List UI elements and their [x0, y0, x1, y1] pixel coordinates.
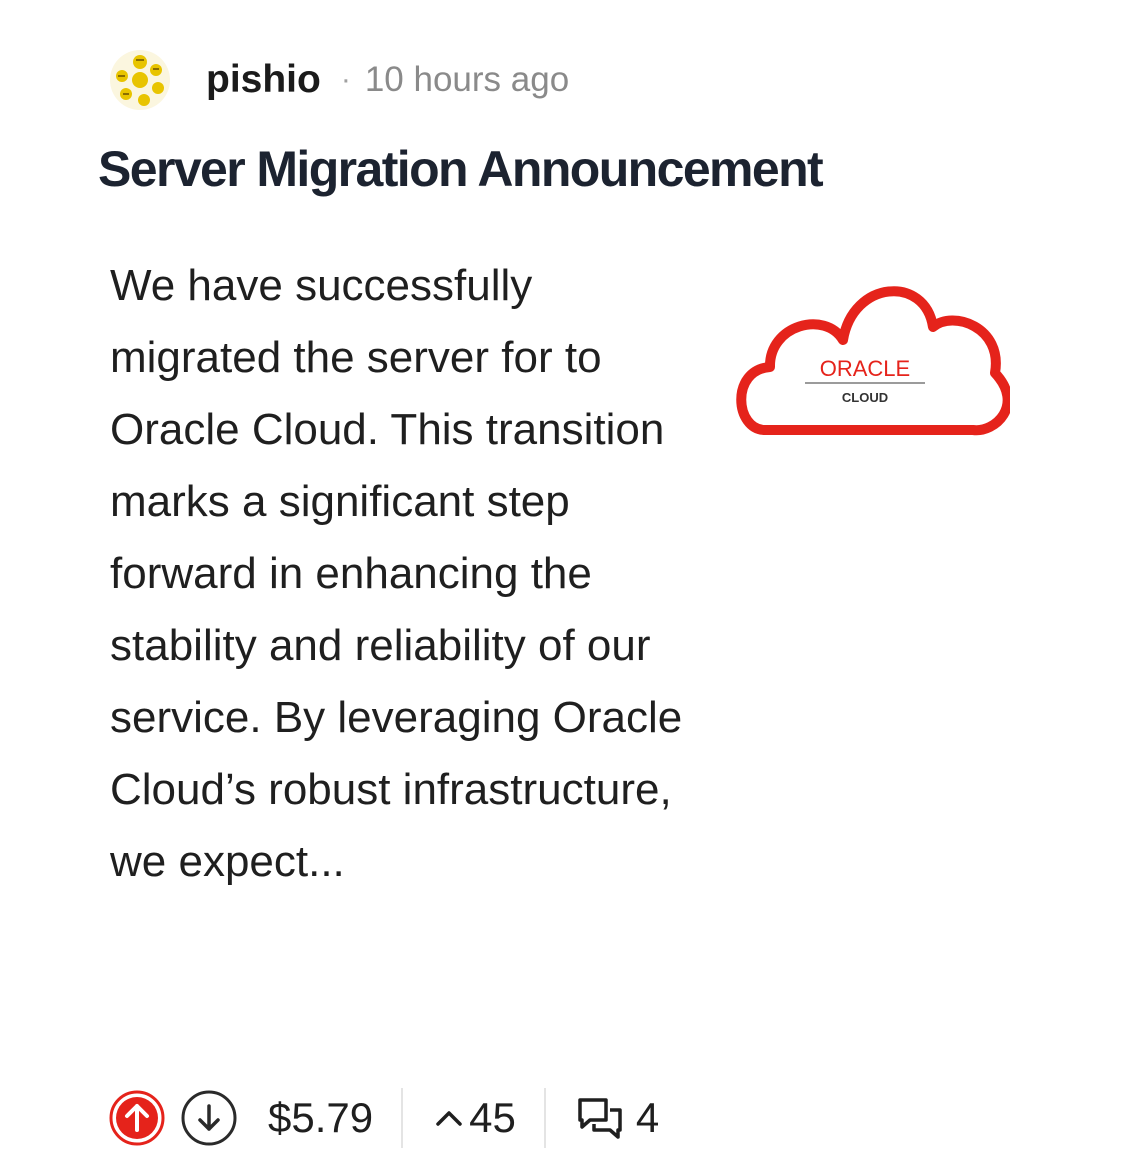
downvote-button[interactable] [180, 1089, 238, 1147]
logo-sub-text: CLOUD [842, 390, 888, 405]
comment-count[interactable]: 4 [576, 1094, 659, 1142]
meta-separator: · [340, 63, 351, 96]
comment-bubbles-icon [578, 1098, 622, 1139]
post-footer: $5.79 45 4 [108, 1084, 659, 1152]
logo-brand-text: ORACLE [820, 356, 910, 381]
comment-count-value: 4 [635, 1094, 660, 1141]
post-title[interactable]: Server Migration Announcement [98, 140, 824, 198]
vote-count[interactable]: 45 [433, 1094, 516, 1142]
post-excerpt[interactable]: We have successfully migrated the server… [110, 250, 700, 898]
author-avatar[interactable] [108, 48, 172, 112]
oracle-cloud-logo: ORACLE CLOUD [736, 286, 1010, 436]
post-timestamp: 10 hours ago [364, 60, 570, 99]
caret-up-icon [436, 1111, 462, 1126]
post-payout[interactable]: $5.79 [268, 1094, 373, 1142]
post-thumbnail[interactable]: ORACLE CLOUD [725, 275, 1010, 445]
footer-divider [543, 1088, 546, 1148]
vote-count-value: 45 [469, 1094, 516, 1141]
post-header: pishio · 10 hours ago [108, 46, 569, 114]
footer-divider [401, 1088, 404, 1148]
upvote-button[interactable] [108, 1089, 166, 1147]
author-name[interactable]: pishio [206, 58, 321, 102]
